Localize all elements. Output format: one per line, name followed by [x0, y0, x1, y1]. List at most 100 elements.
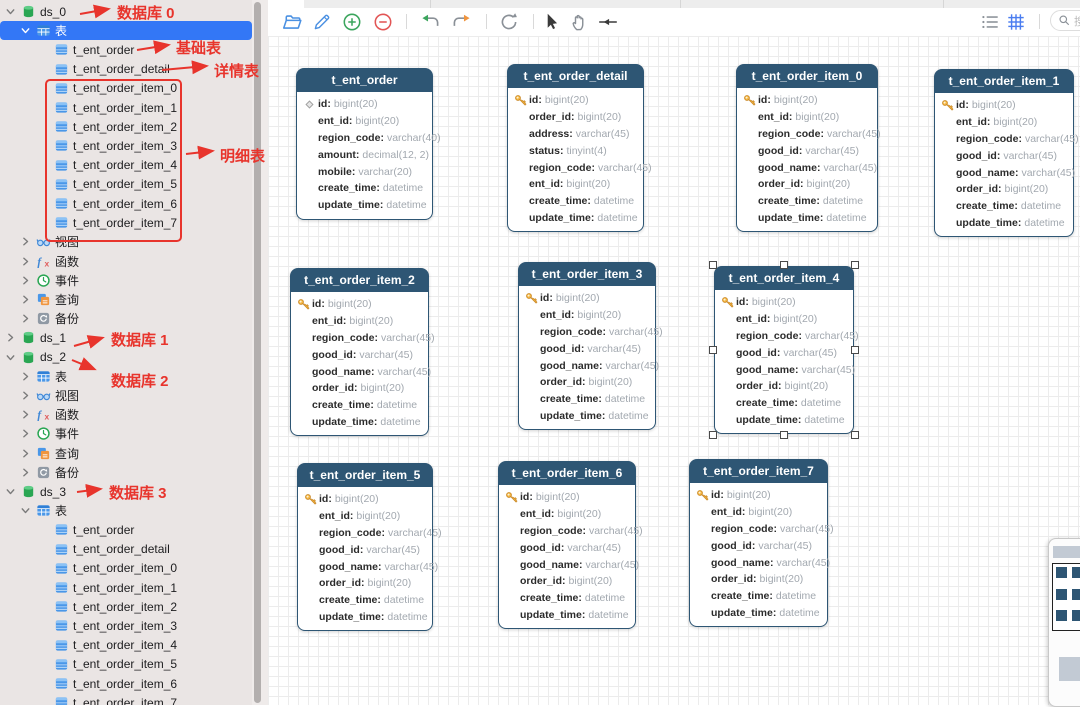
field-row-good_name: good_namevarchar(45): [503, 556, 630, 573]
field-type: datetime: [384, 594, 424, 606]
field-row-id: idbigint(20): [694, 487, 822, 504]
field-row-good_id: good_idvarchar(45): [694, 537, 822, 554]
field-row-create_time: create_timedatetime: [301, 180, 427, 197]
field-name: ent_id: [540, 309, 574, 321]
field-name: address: [529, 128, 573, 140]
minimap-viewport[interactable]: [1052, 563, 1080, 631]
field-type: varchar(45): [783, 347, 837, 359]
minimap-table-tile: [1056, 589, 1067, 600]
field-name: region_code: [319, 527, 385, 539]
field-name: good_name: [711, 557, 773, 569]
field-name: create_time: [736, 397, 798, 409]
table-card-t_ent_order_item_2[interactable]: t_ent_order_item_2idbigint(20)ent_idbigi…: [290, 268, 429, 436]
field-row-good_id: good_idvarchar(45): [719, 344, 848, 361]
table-card-t_ent_order_item_5[interactable]: t_ent_order_item_5idbigint(20)ent_idbigi…: [297, 463, 433, 631]
field-type: varchar(45): [823, 162, 877, 174]
table-card-t_ent_order_item_4[interactable]: t_ent_order_item_4idbigint(20)ent_idbigi…: [714, 266, 854, 434]
table-card-t_ent_order_item_6[interactable]: t_ent_order_item_6idbigint(20)ent_idbigi…: [498, 461, 636, 629]
field-type: bigint(20): [368, 577, 412, 589]
table-card-t_ent_order_item_0[interactable]: t_ent_order_item_0idbigint(20)ent_idbigi…: [736, 64, 878, 232]
field-type: bigint(20): [727, 489, 771, 501]
field-type: datetime: [804, 414, 844, 426]
selection-handle[interactable]: [709, 431, 717, 439]
diamond-key-icon: [303, 98, 316, 111]
field-row-status: statustinyint(4): [512, 142, 638, 159]
field-name: ent_id: [758, 111, 792, 123]
field-type: datetime: [608, 410, 648, 422]
field-row-ent_id: ent_idbigint(20): [694, 504, 822, 521]
field-name: create_time: [319, 594, 381, 606]
field-name: order_id: [956, 183, 1002, 195]
table-card-t_ent_order_item_3[interactable]: t_ent_order_item_3idbigint(20)ent_idbigi…: [518, 262, 656, 430]
selection-handle[interactable]: [851, 261, 859, 269]
field-type: datetime: [1024, 217, 1064, 229]
field-row-good_id: good_idvarchar(45): [302, 541, 427, 558]
field-row-id: idbigint(20): [503, 489, 630, 506]
selection-handle[interactable]: [709, 346, 717, 354]
field-row-region_code: region_codevarchar(45): [302, 525, 427, 542]
field-name: good_id: [758, 145, 802, 157]
field-row-ent_id: ent_idbigint(20): [512, 176, 638, 193]
field-type: varchar(45): [1025, 133, 1079, 145]
field-name: ent_id: [312, 315, 346, 327]
field-type: varchar(45): [585, 559, 639, 571]
field-name: create_time: [318, 182, 380, 194]
field-row-order_id: order_idbigint(20): [939, 181, 1068, 198]
field-type: datetime: [823, 195, 863, 207]
field-type: varchar(40): [387, 132, 441, 144]
field-name: good_id: [520, 542, 564, 554]
field-row-id: idbigint(20): [523, 290, 650, 307]
field-name: id: [319, 493, 332, 505]
field-type: datetime: [588, 609, 628, 621]
field-name: id: [956, 99, 969, 111]
field-row-id: idbigint(20): [939, 97, 1068, 114]
field-row-amount: amountdecimal(12, 2): [301, 146, 427, 163]
field-name: ent_id: [529, 178, 563, 190]
field-row-good_id: good_idvarchar(45): [523, 340, 650, 357]
field-row-region_code: region_codevarchar(45): [694, 521, 822, 538]
field-row-id: idbigint(20): [301, 96, 427, 113]
annotation-base-table: 基础表: [176, 37, 221, 58]
field-row-id: idbigint(20): [295, 296, 423, 313]
field-name: update_time: [736, 414, 801, 426]
field-type: bigint(20): [355, 115, 399, 127]
table-card-t_ent_order_item_1[interactable]: t_ent_order_item_1idbigint(20)ent_idbigi…: [934, 69, 1074, 237]
table-card-t_ent_order_item_7[interactable]: t_ent_order_item_7idbigint(20)ent_idbigi…: [689, 459, 828, 627]
field-name: create_time: [540, 393, 602, 405]
field-row-good_name: good_namevarchar(45): [302, 558, 427, 575]
selection-handle[interactable]: [851, 346, 859, 354]
table-card-t_ent_order[interactable]: t_ent_orderidbigint(20)ent_idbigint(20)r…: [296, 68, 433, 220]
selection-handle[interactable]: [709, 261, 717, 269]
field-type: varchar(45): [780, 523, 834, 535]
field-name: good_name: [540, 360, 602, 372]
selection-handle[interactable]: [780, 261, 788, 269]
field-type: varchar(45): [609, 326, 663, 338]
table-card-title: t_ent_order_item_6: [499, 462, 635, 485]
field-row-order_id: order_idbigint(20): [523, 374, 650, 391]
field-type: datetime: [779, 607, 819, 619]
table-card-t_ent_order_detail[interactable]: t_ent_order_detailidbigint(20)order_idbi…: [507, 64, 644, 232]
table-card-title: t_ent_order_item_4: [715, 267, 853, 290]
primary-key-icon: [505, 491, 518, 504]
selection-handle[interactable]: [780, 431, 788, 439]
field-row-region_code: region_codevarchar(45): [741, 126, 872, 143]
field-row-id: idbigint(20): [512, 92, 638, 109]
field-name: order_id: [736, 380, 782, 392]
field-type: varchar(45): [587, 343, 641, 355]
field-row-order_id: order_idbigint(20): [719, 378, 848, 395]
field-type: datetime: [380, 416, 420, 428]
field-type: bigint(20): [335, 493, 379, 505]
selection-handle[interactable]: [851, 431, 859, 439]
field-name: order_id: [758, 178, 804, 190]
field-name: status: [529, 145, 563, 157]
field-type: datetime: [377, 399, 417, 411]
table-card-title: t_ent_order_item_7: [690, 460, 827, 483]
field-type: varchar(45): [366, 544, 420, 556]
field-type: bigint(20): [356, 510, 400, 522]
minimap-panel[interactable]: [1048, 538, 1080, 707]
field-name: create_time: [758, 195, 820, 207]
field-name: region_code: [758, 128, 824, 140]
field-row-create_time: create_timedatetime: [694, 588, 822, 605]
field-name: good_name: [319, 561, 381, 573]
field-name: ent_id: [711, 506, 745, 518]
